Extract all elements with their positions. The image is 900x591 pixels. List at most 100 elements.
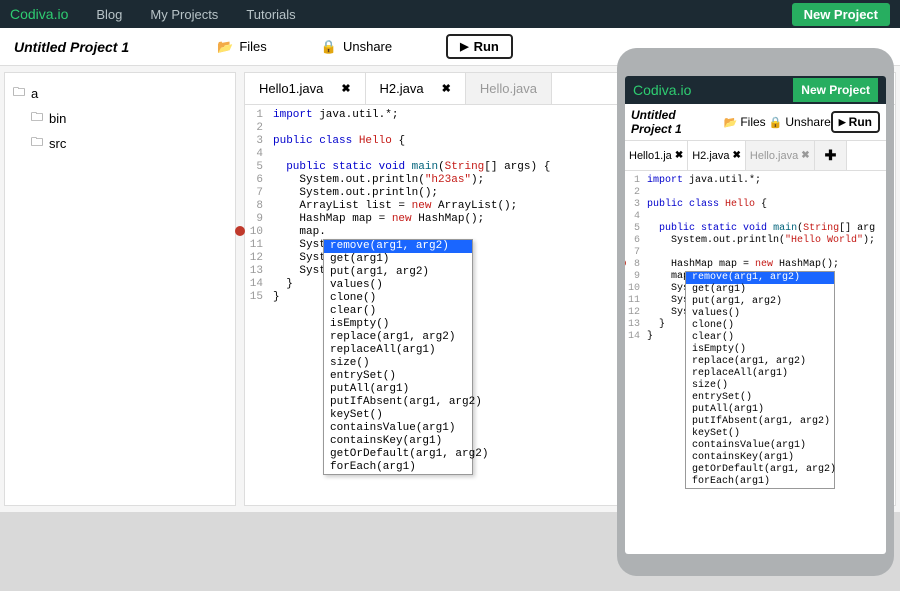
autocomplete-item[interactable]: replaceAll(arg1): [686, 368, 834, 380]
autocomplete-item[interactable]: containsValue(arg1): [324, 422, 472, 435]
autocomplete-item[interactable]: clear(): [686, 332, 834, 344]
autocomplete-item[interactable]: containsKey(arg1): [686, 452, 834, 464]
mobile-brand[interactable]: Codiva.io: [633, 82, 793, 98]
mobile-tab-hello[interactable]: Hello.java✖: [746, 141, 815, 170]
autocomplete-item[interactable]: isEmpty(): [324, 318, 472, 331]
unshare-button[interactable]: 🔒 Unshare: [321, 39, 392, 55]
tree-item-label: src: [49, 136, 66, 151]
mobile-new-tab-button[interactable]: ✚: [815, 141, 848, 170]
autocomplete-item[interactable]: remove(arg1, arg2): [686, 272, 834, 284]
autocomplete-item[interactable]: containsKey(arg1): [324, 435, 472, 448]
play-icon: ▶: [460, 40, 468, 53]
run-label: Run: [474, 39, 499, 54]
folder-icon: 🗀: [13, 83, 25, 104]
autocomplete-item[interactable]: clear(): [324, 305, 472, 318]
autocomplete-item[interactable]: putAll(arg1): [324, 383, 472, 396]
mobile-run-button[interactable]: ▶ Run: [831, 111, 880, 133]
tree-root-label: a: [31, 86, 38, 101]
mobile-toolbar: Untitled Project 1 📂 Files 🔒 Unshare ▶ R…: [625, 104, 886, 141]
autocomplete-item[interactable]: size(): [686, 380, 834, 392]
autocomplete-item[interactable]: putIfAbsent(arg1, arg2): [686, 416, 834, 428]
folder-icon: 🗀: [31, 108, 43, 129]
tree-item-label: bin: [49, 111, 66, 126]
mobile-run-label: Run: [849, 115, 872, 129]
lock-icon[interactable]: 🔒: [769, 116, 783, 129]
autocomplete-item[interactable]: get(arg1): [686, 284, 834, 296]
autocomplete-item[interactable]: values(): [686, 308, 834, 320]
files-label: Files: [239, 39, 266, 54]
close-icon[interactable]: ✖: [341, 82, 350, 95]
mobile-project-title[interactable]: Untitled Project 1: [631, 108, 717, 136]
autocomplete-item[interactable]: size(): [324, 357, 472, 370]
autocomplete-item[interactable]: getOrDefault(arg1, arg2): [324, 448, 472, 461]
tab-label: H2.java: [380, 81, 424, 96]
mobile-preview-frame: Codiva.io New Project Untitled Project 1…: [617, 48, 894, 576]
mobile-new-project-button[interactable]: New Project: [793, 78, 878, 102]
tab-label: H2.java: [692, 150, 729, 162]
mobile-files-label[interactable]: Files: [740, 115, 765, 129]
lock-icon: 🔒: [321, 39, 337, 55]
autocomplete-item[interactable]: isEmpty(): [686, 344, 834, 356]
folder-open-icon[interactable]: 📂: [724, 116, 738, 129]
autocomplete-item[interactable]: keySet(): [324, 409, 472, 422]
close-icon[interactable]: ✖: [733, 150, 741, 161]
tab-h2[interactable]: H2.java ✖: [366, 73, 466, 104]
tree-item-src[interactable]: 🗀 src: [13, 131, 227, 156]
autocomplete-popup[interactable]: remove(arg1, arg2) get(arg1) put(arg1, a…: [323, 239, 473, 475]
autocomplete-item[interactable]: values(): [324, 279, 472, 292]
close-icon[interactable]: ✖: [675, 150, 683, 161]
close-icon[interactable]: ✖: [801, 150, 809, 161]
mobile-tab-hello1[interactable]: Hello1.ja✖: [625, 141, 688, 170]
autocomplete-item[interactable]: put(arg1, arg2): [686, 296, 834, 308]
autocomplete-item[interactable]: replace(arg1, arg2): [686, 356, 834, 368]
string-literal: "Hello World": [785, 235, 863, 246]
tab-hello1[interactable]: Hello1.java ✖: [245, 73, 366, 104]
mobile-code-area[interactable]: 1234567 8 91011121314 import java.util.*…: [625, 171, 886, 554]
play-icon: ▶: [839, 117, 846, 128]
tab-label: Hello1.ja: [629, 150, 672, 162]
nav-blog[interactable]: Blog: [96, 7, 122, 22]
tab-label: Hello1.java: [259, 81, 323, 96]
close-icon[interactable]: ✖: [442, 82, 451, 95]
error-marker-icon[interactable]: [625, 259, 626, 267]
tab-hello[interactable]: Hello.java: [466, 73, 552, 104]
autocomplete-item[interactable]: clone(): [324, 292, 472, 305]
autocomplete-item[interactable]: containsValue(arg1): [686, 440, 834, 452]
error-marker-icon[interactable]: [235, 226, 245, 236]
autocomplete-item[interactable]: put(arg1, arg2): [324, 266, 472, 279]
brand-logo[interactable]: Codiva.io: [10, 6, 68, 22]
file-tree: 🗀 a 🗀 bin 🗀 src: [4, 72, 236, 506]
files-button[interactable]: 📂 Files: [217, 39, 267, 55]
mobile-autocomplete-popup[interactable]: remove(arg1, arg2) get(arg1) put(arg1, a…: [685, 271, 835, 489]
tree-root[interactable]: 🗀 a: [13, 81, 227, 106]
run-button[interactable]: ▶ Run: [446, 34, 513, 59]
nav-tutorials[interactable]: Tutorials: [246, 7, 295, 22]
mobile-topbar: Codiva.io New Project: [625, 76, 886, 104]
mobile-gutter: 1234567 8 91011121314: [625, 171, 643, 554]
string-literal: "h23as": [425, 174, 471, 186]
new-project-button[interactable]: New Project: [792, 3, 890, 26]
mobile-tabs: Hello1.ja✖ H2.java✖ Hello.java✖ ✚: [625, 141, 886, 171]
autocomplete-item[interactable]: replace(arg1, arg2): [324, 331, 472, 344]
autocomplete-item[interactable]: remove(arg1, arg2): [324, 240, 472, 253]
tree-item-bin[interactable]: 🗀 bin: [13, 106, 227, 131]
folder-open-icon: 📂: [217, 39, 233, 55]
autocomplete-item[interactable]: putAll(arg1): [686, 404, 834, 416]
nav-my-projects[interactable]: My Projects: [150, 7, 218, 22]
autocomplete-item[interactable]: replaceAll(arg1): [324, 344, 472, 357]
autocomplete-item[interactable]: forEach(arg1): [686, 476, 834, 488]
mobile-tab-h2[interactable]: H2.java ✖: [688, 141, 746, 170]
project-title[interactable]: Untitled Project 1: [14, 39, 129, 55]
autocomplete-item[interactable]: keySet(): [686, 428, 834, 440]
tab-label: Hello.java: [750, 150, 798, 162]
autocomplete-item[interactable]: clone(): [686, 320, 834, 332]
autocomplete-item[interactable]: entrySet(): [686, 392, 834, 404]
line-gutter: 123456789 10 1112131415: [245, 105, 267, 304]
unshare-label: Unshare: [343, 39, 392, 54]
autocomplete-item[interactable]: putIfAbsent(arg1, arg2): [324, 396, 472, 409]
autocomplete-item[interactable]: entrySet(): [324, 370, 472, 383]
autocomplete-item[interactable]: forEach(arg1): [324, 461, 472, 474]
mobile-unshare-label[interactable]: Unshare: [785, 115, 830, 129]
autocomplete-item[interactable]: getOrDefault(arg1, arg2): [686, 464, 834, 476]
autocomplete-item[interactable]: get(arg1): [324, 253, 472, 266]
